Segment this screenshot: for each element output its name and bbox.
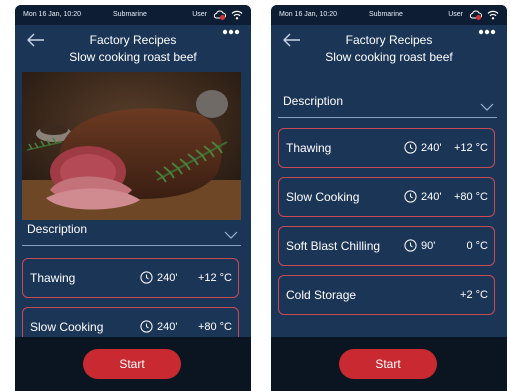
step-time: 240' [157,321,178,333]
more-options-icon[interactable] [221,27,241,37]
bottom-action-bar: Start [15,337,251,391]
cloud-alert-icon [469,10,482,20]
clock-icon [404,141,417,154]
status-carrier: Submarine [113,11,147,18]
description-label: Description [27,222,88,236]
clock-icon [404,239,417,252]
description-toggle[interactable]: Description [278,91,497,118]
phone-screen-right: Mon 16 Jan, 10:20 Submarine User Factory… [271,5,507,391]
step-time: 240' [421,142,442,154]
step-temperature: +80 °C [453,191,488,203]
step-name: Thawing [286,141,332,155]
step-temperature: +12 °C [197,272,232,284]
description-label: Description [283,94,344,108]
recipe-title: Slow cooking roast beef [325,50,453,64]
bottom-action-bar: Start [271,337,507,391]
step-temperature: +80 °C [197,321,232,333]
step-name: Cold Storage [286,288,357,302]
step-time: 240' [157,272,178,284]
recipe-photo [22,72,241,220]
header: Factory Recipes Slow cooking roast beef [15,25,251,75]
description-toggle[interactable]: Description [22,219,241,246]
step-card-cold-storage[interactable]: Cold Storage +2 °C [278,275,495,315]
chevron-down-icon [224,231,238,239]
start-button[interactable]: Start [83,349,181,379]
cloud-alert-icon [213,10,226,20]
status-time: Mon 16 Jan, 10:20 [23,11,81,18]
clock-icon [140,320,153,333]
status-user: User [448,11,463,18]
step-name: Thawing [30,271,76,285]
header: Factory Recipes Slow cooking roast beef [271,25,507,75]
step-temperature: +12 °C [453,142,488,154]
chevron-down-icon [480,103,494,111]
more-options-icon[interactable] [477,27,497,37]
step-card-slow-cooking[interactable]: Slow Cooking 240' +80 °C [278,177,495,217]
recipe-title: Slow cooking roast beef [69,50,197,64]
step-card-thawing[interactable]: Thawing 240' +12 °C [22,258,239,298]
app-title: Factory Recipes [89,33,177,47]
step-card-soft-blast-chilling[interactable]: Soft Blast Chilling 90' 0 °C [278,226,495,266]
wifi-icon [231,10,243,20]
phone-screen-left: Mon 16 Jan, 10:20 Submarine User Factory… [15,5,251,391]
step-temperature: 0 °C [466,240,488,252]
status-carrier: Submarine [369,11,403,18]
step-name: Slow Cooking [30,320,104,334]
clock-icon [404,190,417,203]
step-card-thawing[interactable]: Thawing 240' +12 °C [278,128,495,168]
status-bar: Mon 16 Jan, 10:20 Submarine User [15,5,251,25]
step-time: 90' [421,240,436,252]
status-bar: Mon 16 Jan, 10:20 Submarine User [271,5,507,25]
status-time: Mon 16 Jan, 10:20 [279,11,337,18]
status-user: User [192,11,207,18]
start-button[interactable]: Start [339,349,437,379]
step-temperature: +2 °C [460,289,488,301]
app-title: Factory Recipes [345,33,433,47]
screenshot-stage: Mon 16 Jan, 10:20 Submarine User Factory… [0,0,510,391]
step-name: Slow Cooking [286,190,360,204]
wifi-icon [487,10,499,20]
clock-icon [140,271,153,284]
step-name: Soft Blast Chilling [286,239,381,253]
step-time: 240' [421,191,442,203]
roast-beef-image [22,72,241,220]
